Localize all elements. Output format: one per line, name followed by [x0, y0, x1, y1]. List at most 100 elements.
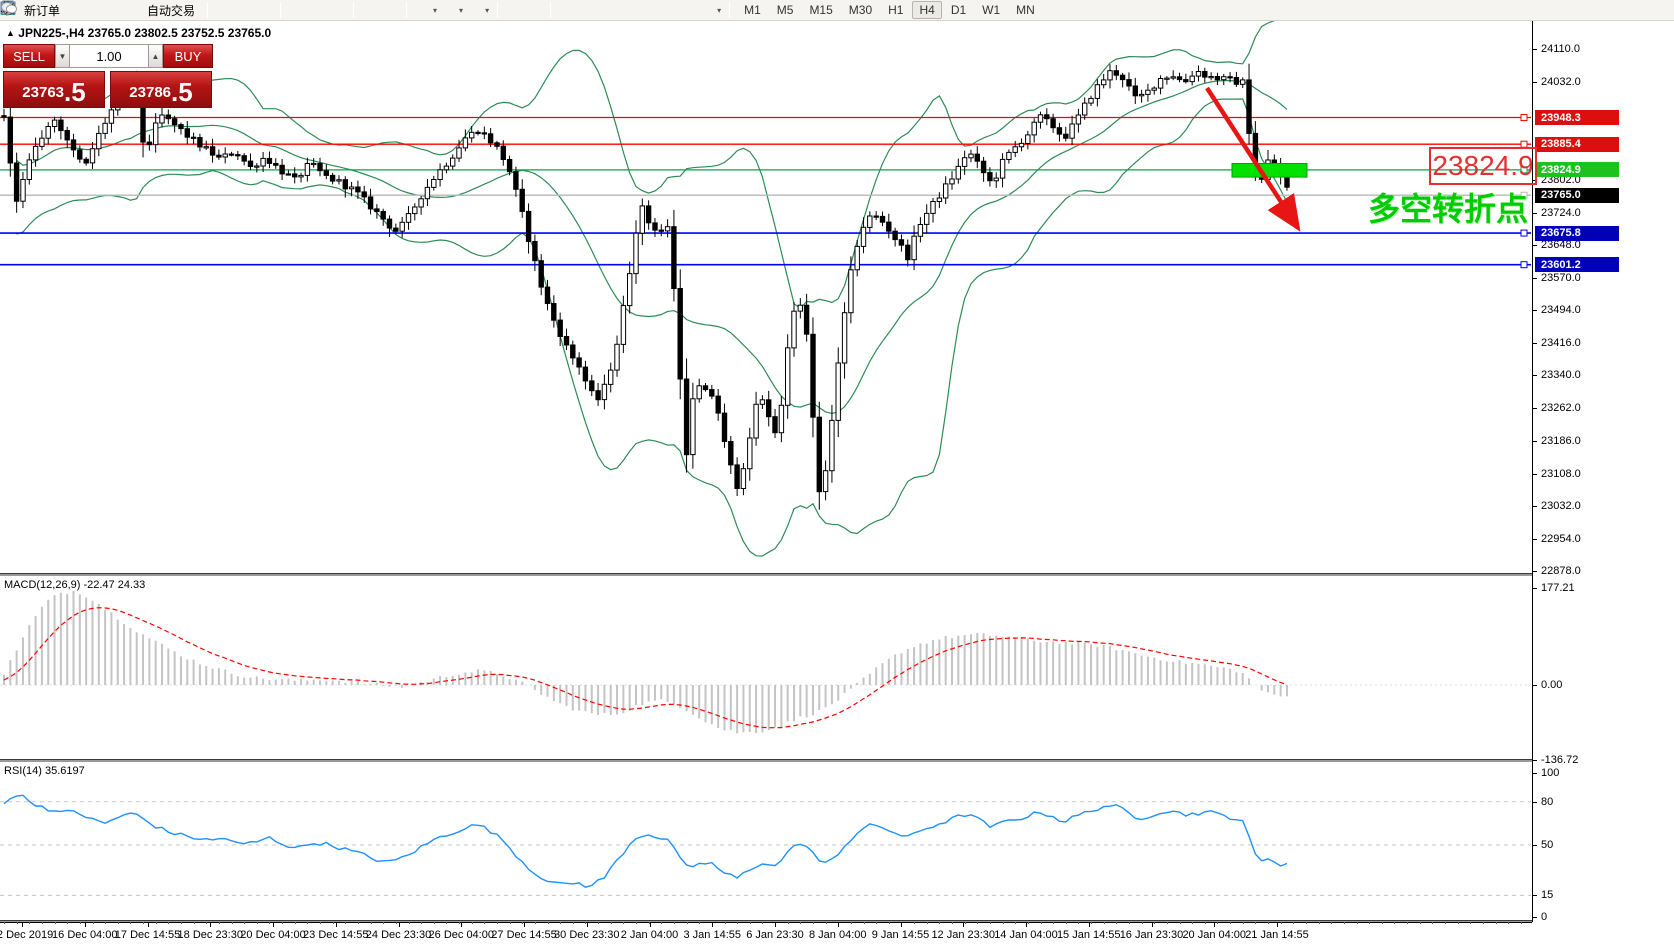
price-tick-23648.0: 23648.0 — [1541, 239, 1581, 251]
candlesticks — [2, 64, 1289, 510]
price-badge-23824.9: 23824.9 — [1535, 162, 1619, 177]
rsi-indicator-panel[interactable]: RSI(14) 35.6197 — [0, 762, 1532, 920]
toolbar-separator — [497, 2, 498, 18]
auto-scroll-icon[interactable] — [360, 1, 380, 20]
trendline-icon[interactable] — [597, 1, 617, 20]
x-axis-label: 8 Jan 04:00 — [809, 929, 867, 941]
templates-icon[interactable] — [465, 1, 485, 20]
buy-price-fraction: .5 — [171, 79, 193, 105]
chat-icon[interactable] — [1648, 1, 1668, 20]
horizontal-line-icon[interactable] — [577, 1, 597, 20]
trend-arrow[interactable] — [1207, 88, 1298, 228]
price-tick-23416.0: 23416.0 — [1541, 337, 1581, 349]
toolbar-separator — [353, 2, 354, 18]
zoom-out-icon[interactable] — [307, 1, 327, 20]
x-axis-label: 12 Jan 23:30 — [931, 929, 995, 941]
periods-dropdown-caret[interactable]: ▾ — [459, 6, 463, 15]
crosshair-icon[interactable] — [524, 1, 544, 20]
toolbar-separator — [729, 2, 730, 18]
tile-windows-icon[interactable] — [327, 1, 347, 20]
line-chart-icon[interactable] — [254, 1, 274, 20]
sell-price-display[interactable]: 23763.5 — [3, 71, 105, 108]
auto-trading-label[interactable]: 自动交易 — [147, 2, 195, 19]
x-axis-label: 23 Dec 14:55 — [303, 929, 368, 941]
rsi-line — [4, 795, 1287, 887]
candlestick-chart-icon[interactable] — [234, 1, 254, 20]
chart-shift-icon[interactable] — [380, 1, 400, 20]
search-icon[interactable] — [1628, 1, 1648, 20]
x-axis-label: 18 Dec 23:30 — [178, 929, 243, 941]
cursor-icon[interactable] — [504, 1, 524, 20]
x-axis-label: 12 Dec 2019 — [0, 929, 53, 941]
x-axis-label: 16 Jan 23:30 — [1120, 929, 1184, 941]
macd-tick-177.21: 177.21 — [1541, 582, 1575, 594]
arrows-dropdown-caret[interactable]: ▾ — [717, 6, 721, 15]
price-tick-23262.0: 23262.0 — [1541, 402, 1581, 414]
macd-indicator-panel[interactable]: MACD(12,26,9) -22.47 24.33 — [0, 576, 1532, 759]
timeframe-button-d1[interactable]: D1 — [944, 1, 973, 19]
text-label-icon[interactable]: T — [677, 1, 697, 20]
arrows-icon[interactable] — [697, 1, 717, 20]
sell-price-fraction: .5 — [64, 79, 86, 105]
timeframe-button-m30[interactable]: M30 — [842, 1, 879, 19]
rsi-label: RSI(14) 35.6197 — [4, 765, 85, 777]
templates-dropdown-caret[interactable]: ▾ — [485, 6, 489, 15]
rsi-tick-15: 15 — [1541, 889, 1553, 901]
indicators-icon[interactable] — [413, 1, 433, 20]
timeframe-button-m15[interactable]: M15 — [802, 1, 839, 19]
x-axis-label: 27 Dec 14:55 — [491, 929, 556, 941]
x-axis-label: 24 Dec 23:30 — [366, 929, 431, 941]
price-tick-23494.0: 23494.0 — [1541, 304, 1581, 316]
buy-button[interactable]: BUY — [163, 44, 213, 68]
turning-point-note: 多空转折点 — [1358, 184, 1538, 230]
equidistant-channel-icon[interactable]: E — [617, 1, 637, 20]
price-badge-23601.2: 23601.2 — [1535, 257, 1619, 272]
sell-button[interactable]: SELL — [3, 44, 55, 68]
x-axis-label: 16 Dec 04:00 — [52, 929, 117, 941]
periods-icon[interactable] — [439, 1, 459, 20]
price-axis[interactable]: 24110.024032.023802.023724.023648.023570… — [1532, 21, 1674, 922]
timeframe-button-mn[interactable]: MN — [1009, 1, 1042, 19]
toolbar-separator — [207, 2, 208, 18]
auto-trading-icon[interactable] — [126, 1, 146, 20]
toolbar-separator — [550, 2, 551, 18]
navigator-icon[interactable] — [106, 1, 126, 20]
price-badge-23675.8: 23675.8 — [1535, 226, 1619, 241]
text-icon[interactable]: A — [657, 1, 677, 20]
x-axis-label: 17 Dec 14:55 — [115, 929, 180, 941]
collapse-triangle-icon[interactable]: ▲ — [6, 28, 15, 38]
timeframe-button-h1[interactable]: H1 — [881, 1, 910, 19]
buy-price-display[interactable]: 23786.5 — [110, 71, 212, 108]
x-axis-label: 20 Dec 04:00 — [240, 929, 305, 941]
chart-ohlc-values: 23765.0 23802.5 23752.5 23765.0 — [88, 26, 272, 40]
rsi-tick-80: 80 — [1541, 796, 1553, 808]
price-badge-23885.4: 23885.4 — [1535, 137, 1619, 152]
timeframe-button-m1[interactable]: M1 — [737, 1, 768, 19]
toolbar-separator — [280, 2, 281, 18]
main-price-chart[interactable] — [0, 21, 1532, 573]
fibonacci-icon[interactable]: F — [637, 1, 657, 20]
price-tick-23186.0: 23186.0 — [1541, 435, 1581, 447]
timeframe-button-h4[interactable]: H4 — [912, 1, 941, 19]
timeframe-button-m5[interactable]: M5 — [770, 1, 801, 19]
x-axis-label: 21 Jan 14:55 — [1245, 929, 1309, 941]
vertical-line-icon[interactable] — [557, 1, 577, 20]
price-badge-23765.0: 23765.0 — [1535, 188, 1619, 203]
price-tick-23724.0: 23724.0 — [1541, 207, 1581, 219]
bar-chart-icon[interactable] — [214, 1, 234, 20]
chart-symbol-period: JPN225-,H4 — [18, 26, 84, 40]
rsi-tick-50: 50 — [1541, 839, 1553, 851]
macd-tick--136.72: -136.72 — [1541, 754, 1578, 766]
new-order-label[interactable]: 新订单 — [24, 2, 60, 19]
time-axis[interactable]: 12 Dec 201916 Dec 04:0017 Dec 14:5518 De… — [0, 922, 1674, 945]
volume-increase-button[interactable]: ▲ — [148, 44, 163, 68]
zoom-in-icon[interactable] — [287, 1, 307, 20]
support-highlight-rect[interactable] — [1232, 164, 1307, 178]
volume-input[interactable] — [70, 44, 148, 68]
timeframe-button-w1[interactable]: W1 — [975, 1, 1007, 19]
volume-decrease-button[interactable]: ▼ — [55, 44, 70, 68]
indicators-dropdown-caret[interactable]: ▾ — [433, 6, 437, 15]
x-axis-label: 9 Jan 14:55 — [872, 929, 930, 941]
market-watch-icon[interactable] — [66, 1, 86, 20]
data-window-icon[interactable] — [86, 1, 106, 20]
